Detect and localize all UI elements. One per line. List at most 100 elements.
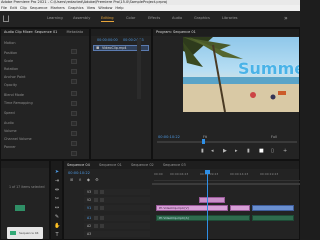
mark-in-icon[interactable]: ▮: [201, 148, 204, 154]
timeline-tab[interactable]: Sequence 03: [163, 163, 186, 167]
keyframe-toggle-icon[interactable]: [71, 59, 77, 64]
keyframe-toggle-icon[interactable]: [71, 121, 77, 126]
track-label: V1: [87, 206, 92, 210]
more-icon[interactable]: »: [284, 15, 288, 22]
timeline-ruler[interactable]: 00:00 00:00:04:23 00:00:09:23 00:00:14:2…: [154, 171, 300, 181]
title-clip[interactable]: [199, 197, 225, 203]
tools-panel: ➤ ⇥ ⇹ ✂ ↔ ✎ ✋ T: [50, 160, 63, 240]
tab-graphics[interactable]: Graphics: [194, 16, 210, 20]
tab-assembly[interactable]: Assembly: [73, 16, 90, 20]
toggle-output-icon[interactable]: [100, 190, 104, 194]
timeline-tab[interactable]: Sequence 01: [99, 163, 122, 167]
playhead-handle[interactable]: [205, 170, 210, 174]
ec-row: Blend Mode: [4, 93, 24, 97]
program-tabs: Program: Sequence 01: [153, 29, 299, 36]
track-label: V2: [87, 198, 92, 202]
timeline-tab[interactable]: Sequence 04: [67, 163, 90, 167]
hand-icon[interactable]: ✋: [54, 223, 60, 229]
tab-effects[interactable]: Effects: [148, 16, 160, 20]
tab-audio[interactable]: Audio: [172, 16, 182, 20]
media-browser-tabs: [1, 161, 49, 168]
video-clip[interactable]: [252, 205, 294, 211]
project-item-name: VideoClip.mp4: [102, 46, 127, 50]
in-timecode[interactable]: 00:00:00:00: [97, 38, 118, 42]
program-scrubber[interactable]: [157, 139, 297, 144]
solo-track-icon[interactable]: [100, 216, 104, 220]
lock-track-icon[interactable]: [94, 190, 98, 194]
mark-out-icon[interactable]: ▮: [247, 148, 250, 154]
lock-track-icon[interactable]: [94, 206, 98, 210]
razor-icon[interactable]: ✂: [54, 196, 60, 202]
toggle-output-icon[interactable]: [100, 206, 104, 210]
keyframe-toggle-icon[interactable]: [71, 49, 77, 54]
lock-track-icon[interactable]: [94, 198, 98, 202]
program-playhead[interactable]: [202, 139, 205, 144]
track-label: A3: [87, 232, 92, 236]
project-tabs: [91, 29, 151, 36]
timeline-timecode[interactable]: 00:00:10:22: [68, 171, 90, 175]
step-forward-icon[interactable]: ▸: [235, 148, 238, 154]
audio-clip[interactable]: [252, 215, 294, 221]
clip-label: Ph VideoClip.mp4 [A]: [159, 216, 189, 220]
ec-row: Panner: [4, 145, 16, 149]
keyframe-toggle-icon[interactable]: [71, 79, 77, 84]
keyframe-toggle-icon[interactable]: [71, 141, 77, 146]
project-scrollbar[interactable]: [137, 39, 141, 99]
keyframe-toggle-icon[interactable]: [71, 91, 77, 96]
keyframe-toggle-icon[interactable]: [71, 151, 77, 156]
tab-editing[interactable]: Editing: [101, 16, 114, 22]
ec-row: Speed: [4, 111, 15, 115]
ripple-edit-icon[interactable]: ⇹: [54, 187, 60, 193]
mute-track-icon[interactable]: [94, 216, 98, 220]
export-frame-icon[interactable]: ■: [259, 148, 264, 154]
timeline-tab[interactable]: Sequence 02: [131, 163, 154, 167]
tab-audio-clip-mixer[interactable]: Audio Clip Mixer: Sequence 01: [4, 30, 57, 34]
lift-icon[interactable]: ▯: [271, 148, 274, 154]
solo-track-icon[interactable]: [100, 224, 104, 228]
play-icon[interactable]: ▶: [223, 148, 227, 154]
mute-track-icon[interactable]: [94, 224, 98, 228]
sequence-thumbnail[interactable]: Sequence 04: [7, 227, 43, 239]
video-clip[interactable]: [230, 205, 250, 211]
keyframe-toggle-icon[interactable]: [71, 131, 77, 136]
toggle-output-icon[interactable]: [100, 198, 104, 202]
tab-libraries[interactable]: Libraries: [222, 16, 238, 20]
audio-clip[interactable]: Ph VideoClip.mp4 [A]: [156, 215, 250, 221]
program-monitor: Program: Sequence 01 Summe 00:00:10:22 F…: [152, 28, 300, 160]
program-title[interactable]: Program: Sequence 01: [156, 30, 196, 34]
overlay-title[interactable]: Summe: [238, 59, 299, 78]
slip-icon[interactable]: ↔: [54, 205, 60, 211]
timeline-zoom-bar[interactable]: [152, 183, 300, 185]
keyframe-toggle-icon[interactable]: [71, 101, 77, 106]
keyframe-toggle-icon[interactable]: [71, 111, 77, 116]
pen-icon[interactable]: ✎: [54, 214, 60, 220]
timeline-toolbar-icons[interactable]: ⊞ ∩ ◆ ⚙: [70, 177, 101, 182]
track-label: A2: [87, 224, 92, 228]
track-select-icon[interactable]: ⇥: [54, 178, 60, 184]
selection-tool-icon[interactable]: ➤: [54, 169, 60, 175]
resolution-dropdown[interactable]: Full: [271, 135, 277, 139]
sequence-thumb-icon[interactable]: [15, 205, 25, 211]
tab-learning[interactable]: Learning: [47, 16, 63, 20]
ec-row: Time Remapping: [4, 101, 33, 105]
effect-controls-panel: Audio Clip Mixer: Sequence 01 Metadata M…: [0, 28, 90, 160]
type-icon[interactable]: T: [54, 232, 60, 238]
ec-row: Position: [4, 51, 18, 55]
home-icon[interactable]: [3, 15, 9, 22]
keyframe-toggle-icon[interactable]: [71, 69, 77, 74]
timeline-playhead[interactable]: [207, 171, 208, 240]
timeline-panel: Sequence 04 Sequence 01 Sequence 02 Sequ…: [63, 160, 300, 240]
media-browser-panel: 1 of 17 items selected Sequence 04: [0, 160, 50, 240]
video-clip[interactable]: Ph VideoClip.mp4 [V]: [156, 205, 228, 211]
track-label: V3: [87, 190, 92, 194]
add-icon[interactable]: +: [283, 148, 287, 154]
ec-row: Scale: [4, 59, 14, 63]
ruler-label: 00:00: [154, 172, 163, 176]
tab-color[interactable]: Color: [126, 16, 135, 20]
program-timecode[interactable]: 00:00:10:22: [158, 135, 180, 139]
step-back-icon[interactable]: ◂: [211, 148, 214, 154]
tab-metadata[interactable]: Metadata: [67, 30, 84, 34]
workspace-bar: Learning Assembly Editing Color Effects …: [0, 11, 300, 28]
clip-label: Ph VideoClip.mp4 [V]: [159, 206, 189, 210]
ec-row: Rotation: [4, 67, 19, 71]
